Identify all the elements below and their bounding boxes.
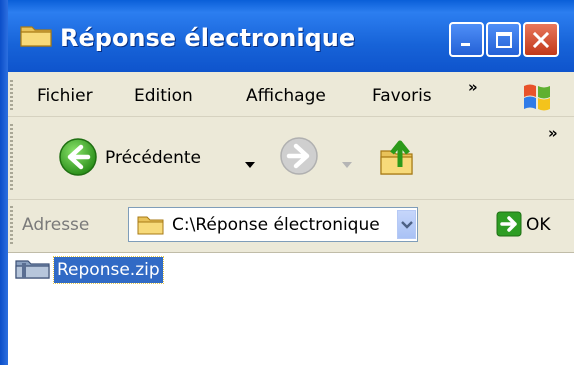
minimize-button[interactable] <box>449 22 484 57</box>
folder-icon <box>20 22 54 52</box>
address-folder-icon <box>137 213 165 239</box>
address-value: C:\Réponse électronique <box>172 215 380 235</box>
maximize-button[interactable] <box>486 22 521 57</box>
zip-folder-icon[interactable] <box>14 258 52 284</box>
go-button[interactable] <box>496 211 522 241</box>
up-folder-button[interactable] <box>378 137 418 181</box>
forward-dropdown-icon[interactable] <box>342 155 352 174</box>
minimize-icon <box>460 42 470 46</box>
file-item-name[interactable]: Reponse.zip <box>53 256 164 284</box>
forward-arrow-icon <box>280 137 318 175</box>
close-button[interactable] <box>523 22 559 57</box>
close-icon <box>532 31 550 48</box>
back-arrow-icon <box>58 137 98 181</box>
toolbar-grip[interactable] <box>10 124 13 190</box>
maximize-icon <box>495 31 512 48</box>
address-grip[interactable] <box>10 206 13 244</box>
go-arrow-icon <box>496 211 522 237</box>
address-dropdown-button[interactable] <box>397 210 416 239</box>
menu-overflow-chevron[interactable]: » <box>468 78 478 96</box>
back-label: Précédente <box>105 148 201 168</box>
menu-favoris[interactable]: Favoris <box>372 86 432 106</box>
chevron-down-icon <box>400 220 413 229</box>
toolbar-overflow-chevron[interactable]: » <box>548 124 558 142</box>
window-title: Réponse électronique <box>60 24 356 52</box>
up-folder-icon <box>380 140 413 175</box>
window-left-border <box>0 0 8 365</box>
menu-edition[interactable]: Edition <box>134 86 193 106</box>
address-label: Adresse <box>22 215 90 235</box>
back-dropdown-icon[interactable] <box>245 155 255 174</box>
forward-button[interactable] <box>279 136 319 180</box>
menu-fichier[interactable]: Fichier <box>37 86 93 106</box>
menu-grip[interactable] <box>10 80 13 112</box>
menu-affichage[interactable]: Affichage <box>246 86 326 106</box>
go-label[interactable]: OK <box>526 215 551 235</box>
windows-logo-icon <box>520 82 556 116</box>
explorer-window: Réponse électronique Fichier Edition Aff… <box>0 0 574 365</box>
